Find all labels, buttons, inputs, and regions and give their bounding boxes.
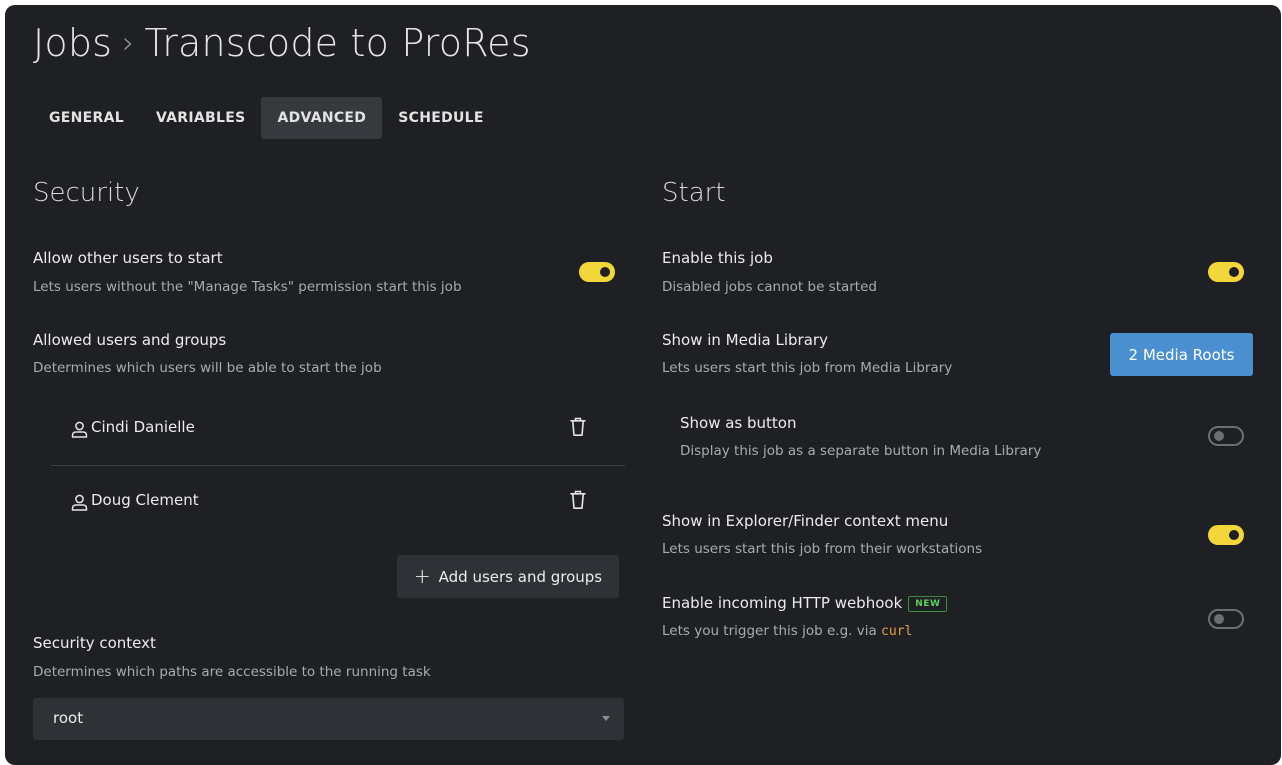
toggle-knob xyxy=(600,267,610,277)
breadcrumb-root-link[interactable]: Jobs xyxy=(33,21,112,65)
explorer-menu-toggle[interactable] xyxy=(1208,525,1244,545)
job-settings-window: Jobs › Transcode to ProRes GENERAL VARIABL… xyxy=(5,5,1281,765)
tab-advanced[interactable]: ADVANCED xyxy=(261,97,383,139)
user-name: Doug Clement xyxy=(91,491,199,509)
caret-down-icon xyxy=(602,716,610,721)
breadcrumb-separator: › xyxy=(122,26,135,61)
show-as-button-desc: Display this job as a separate button in… xyxy=(680,443,1042,459)
security-section-title: Security xyxy=(33,178,140,208)
toggle-knob xyxy=(1214,431,1224,441)
enable-job-desc: Disabled jobs cannot be started xyxy=(662,279,877,295)
trash-icon[interactable] xyxy=(569,417,587,437)
toggle-knob xyxy=(1229,267,1239,277)
security-context-label: Security context xyxy=(33,634,156,652)
user-row: Doug Clement xyxy=(51,466,625,538)
user-name: Cindi Danielle xyxy=(91,418,195,436)
tab-bar: GENERAL VARIABLES ADVANCED SCHEDULE xyxy=(33,97,500,139)
webhook-desc: Lets you trigger this job e.g. via curl xyxy=(662,623,912,639)
start-section-title: Start xyxy=(662,178,726,208)
tab-general[interactable]: GENERAL xyxy=(33,97,140,139)
webhook-desc-text: Lets you trigger this job e.g. via xyxy=(662,623,882,639)
user-row: Cindi Danielle xyxy=(51,393,625,465)
enable-job-toggle[interactable] xyxy=(1208,262,1244,282)
media-library-desc: Lets users start this job from Media Lib… xyxy=(662,360,953,376)
toggle-knob xyxy=(1214,614,1224,624)
enable-job-label: Enable this job xyxy=(662,249,773,267)
tab-variables[interactable]: VARIABLES xyxy=(140,97,261,139)
webhook-label-row: Enable incoming HTTP webhook NEW xyxy=(662,594,948,614)
breadcrumb-current: Transcode to ProRes xyxy=(144,21,531,65)
webhook-toggle[interactable] xyxy=(1208,609,1244,629)
add-users-button[interactable]: + Add users and groups xyxy=(397,555,619,598)
media-roots-button[interactable]: 2 Media Roots xyxy=(1110,333,1253,376)
tab-schedule[interactable]: SCHEDULE xyxy=(382,97,500,139)
page-title: Jobs › Transcode to ProRes xyxy=(33,21,531,65)
allowed-users-label: Allowed users and groups xyxy=(33,331,227,349)
media-library-label: Show in Media Library xyxy=(662,331,828,349)
toggle-knob xyxy=(1229,530,1239,540)
security-context-select[interactable]: root xyxy=(33,698,624,740)
allow-others-desc: Lets users without the "Manage Tasks" pe… xyxy=(33,279,462,295)
webhook-label: Enable incoming HTTP webhook xyxy=(662,594,903,612)
allowed-users-desc: Determines which users will be able to s… xyxy=(33,360,382,376)
explorer-menu-label: Show in Explorer/Finder context menu xyxy=(662,512,949,530)
allow-others-label: Allow other users to start xyxy=(33,249,223,267)
plus-icon: + xyxy=(413,563,431,588)
webhook-desc-code: curl xyxy=(881,624,913,639)
allow-others-toggle[interactable] xyxy=(579,262,615,282)
security-context-value: root xyxy=(53,709,84,727)
explorer-menu-desc: Lets users start this job from their wor… xyxy=(662,541,983,557)
security-context-desc: Determines which paths are accessible to… xyxy=(33,664,431,680)
show-as-button-label: Show as button xyxy=(680,414,797,432)
user-icon xyxy=(71,421,88,438)
add-users-label: Add users and groups xyxy=(438,567,603,586)
user-icon xyxy=(71,494,88,511)
trash-icon[interactable] xyxy=(569,490,587,510)
new-badge: NEW xyxy=(908,596,948,612)
show-as-button-toggle[interactable] xyxy=(1208,426,1244,446)
